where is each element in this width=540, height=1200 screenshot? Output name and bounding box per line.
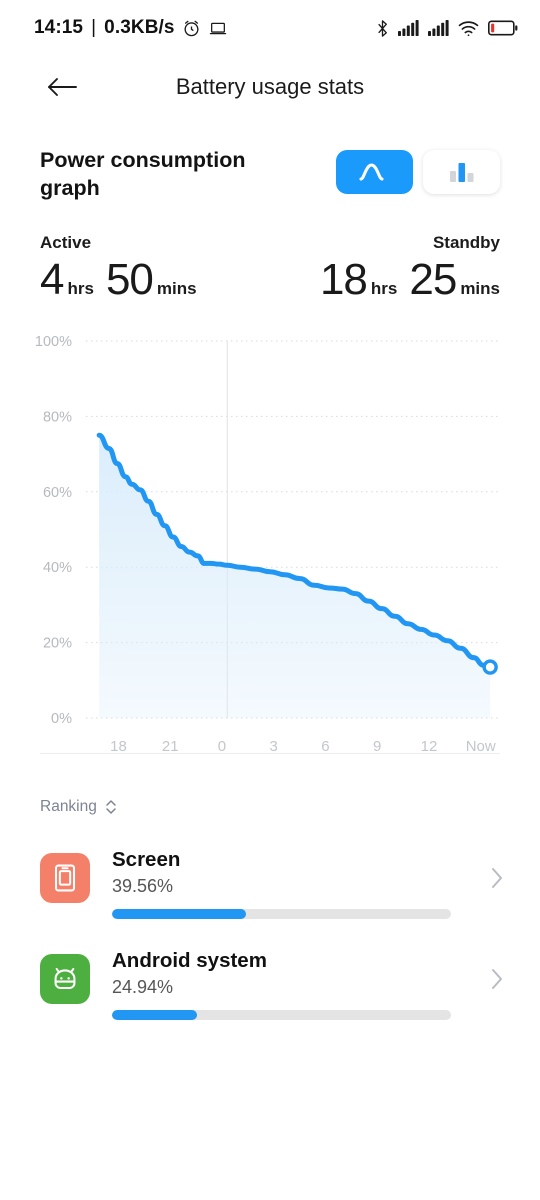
battery-level-chart-svg: 0% 20% 40% 60% 80% 100% 18 21 0 3 6 9 12 Now: [35, 334, 500, 753]
battery-level-chart: 0% 20% 40% 60% 80% 100% 18 21 0 3 6 9 12 Now: [0, 323, 540, 753]
ranking-item-progress: [112, 1009, 451, 1020]
chart-y-tick-label: 100%: [35, 334, 72, 350]
standby-stat: Standby 18 hrs 25 mins: [320, 233, 500, 305]
chart-x-tick-label: 9: [373, 738, 381, 753]
wifi-icon: [458, 20, 479, 37]
bluetooth-icon: [376, 19, 389, 38]
signal-sim2-icon: [428, 20, 449, 36]
chart-x-tick-label: 0: [218, 738, 226, 753]
app-bar: Battery usage stats: [0, 56, 540, 118]
ranking-item-progress: [112, 908, 451, 919]
ranking-list-item[interactable]: Screen 39.56%: [0, 832, 540, 933]
sort-updown-icon: [104, 798, 118, 816]
ranking-item-progress-fill: [112, 1009, 197, 1020]
standby-value: 18 hrs 25 mins: [320, 255, 500, 305]
signal-sim1-icon: [398, 20, 419, 36]
active-hours: 4: [40, 254, 65, 304]
ranking-list: Screen 39.56% Android system 24.94%: [0, 832, 540, 1034]
alarm-icon: [182, 19, 201, 38]
screen-icon: [40, 852, 90, 903]
back-button[interactable]: [40, 65, 84, 109]
active-label: Active: [40, 232, 92, 252]
standby-label: Standby: [432, 232, 500, 252]
bar-graph-toggle[interactable]: [423, 150, 500, 194]
chart-x-tick-label: 21: [162, 738, 179, 753]
ranking-list-item[interactable]: Android system 24.94%: [0, 933, 540, 1034]
android-robot-icon: [40, 953, 90, 1004]
battery-low-icon: [488, 20, 518, 36]
chart-y-tick-label: 60%: [43, 485, 72, 501]
status-bar-right: [376, 19, 518, 38]
status-separator: |: [91, 17, 97, 38]
ranking-item-body: Screen 39.56%: [112, 846, 482, 919]
graph-type-toggle-group: [336, 150, 500, 194]
back-arrow-icon: [46, 75, 78, 99]
laptop-icon: [208, 19, 228, 38]
section-header: Power consumption graph: [0, 118, 540, 203]
chart-x-tick-label: 12: [421, 738, 438, 753]
section-title: Power consumption graph: [40, 148, 246, 201]
active-stat: Active 4 hrs 50 mins: [40, 233, 197, 305]
status-bar-left: 14:15 | 0.3KB/s: [34, 17, 228, 39]
standby-hours: 18: [319, 254, 368, 304]
chart-y-tick-label: 20%: [43, 635, 72, 651]
ranking-item-name: Screen: [112, 847, 181, 871]
active-value: 4 hrs 50 mins: [40, 255, 197, 305]
bar-chart-icon: [449, 161, 475, 183]
chevron-right-icon[interactable]: [482, 865, 512, 891]
ranking-item-name: Android system: [112, 948, 267, 972]
chart-end-marker: [482, 659, 498, 675]
standby-minutes-unit: mins: [460, 278, 500, 298]
status-time: 14:15: [34, 17, 84, 38]
ranking-label: Ranking: [40, 797, 97, 815]
ranking-item-percent: 24.94%: [112, 976, 174, 997]
ranking-item-percent: 39.56%: [112, 875, 174, 896]
chart-y-tick-label: 0%: [51, 711, 72, 727]
status-bar: 14:15 | 0.3KB/s: [0, 0, 540, 56]
chart-x-tick-label: 6: [321, 738, 329, 753]
ranking-item-body: Android system 24.94%: [112, 947, 482, 1020]
chart-x-tick-label: Now: [466, 738, 496, 753]
active-hours-unit: hrs: [67, 278, 94, 298]
chart-x-tick-label: 3: [270, 738, 278, 753]
ranking-item-progress-fill: [112, 908, 247, 919]
active-minutes-unit: mins: [156, 278, 197, 298]
active-minutes: 50: [105, 254, 154, 304]
ranking-sort-control[interactable]: Ranking: [0, 754, 540, 816]
usage-stats: Active 4 hrs 50 mins Standby 18 hrs 25 m…: [0, 203, 540, 305]
line-graph-toggle[interactable]: [336, 150, 413, 194]
status-net-speed: 0.3KB/s: [104, 17, 175, 38]
chart-y-tick-label: 40%: [43, 560, 72, 576]
standby-hours-unit: hrs: [370, 278, 398, 298]
standby-minutes: 25: [409, 254, 457, 304]
chart-x-tick-label: 18: [110, 738, 127, 753]
chevron-right-icon[interactable]: [482, 966, 512, 992]
chart-y-tick-label: 80%: [43, 409, 72, 425]
curve-icon: [358, 161, 392, 183]
